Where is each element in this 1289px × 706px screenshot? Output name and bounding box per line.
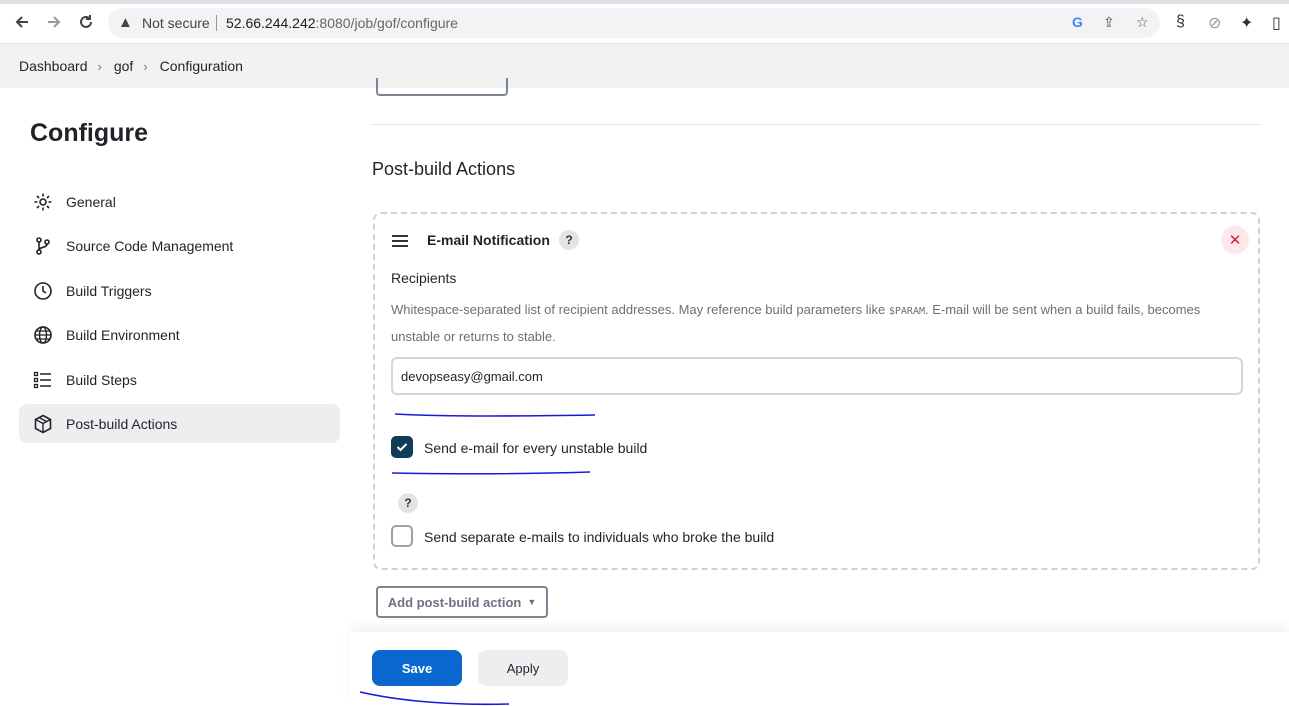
close-icon[interactable]: ✕ [1221,226,1249,254]
help-icon[interactable]: ? [398,493,418,513]
sidebar-item-build-environment[interactable]: Build Environment [19,315,340,354]
add-action-label: Add post-build action [387,594,522,610]
tab-strip [0,0,1289,4]
apply-button[interactable]: Apply [478,650,568,686]
previous-section-button[interactable] [376,78,508,96]
url-text[interactable]: 52.66.244.242:8080/job/gof/configure [226,15,458,31]
panel-title: E-mail Notification [427,232,550,248]
recipients-label: Recipients [391,270,457,286]
sidebar-item-label: Build Triggers [66,282,152,299]
browser-toolbar: ▲ Not secure 52.66.244.242:8080/job/gof/… [0,0,1289,44]
security-label[interactable]: Not secure [142,15,210,31]
caret-down-icon: ▼ [527,597,537,607]
breadcrumb-configuration[interactable]: Configuration [160,58,243,74]
sidebar-item-label: General [66,193,116,210]
section-divider [372,124,1260,125]
separate-emails-label[interactable]: Send separate e-mails to individuals who… [424,529,774,545]
sidebar-item-label: Post-build Actions [66,415,178,432]
recipients-description: Whitespace-separated list of recipient a… [391,297,1231,349]
add-post-build-action-button[interactable]: Add post-build action ▼ [376,586,548,618]
sidepanel-icon[interactable]: ▯ [1272,13,1281,33]
address-bar[interactable]: ▲ Not secure 52.66.244.242:8080/job/gof/… [108,8,1160,38]
globe-icon [32,324,54,346]
checkmark-icon [396,443,408,452]
chevron-right-icon: › [143,58,148,74]
breadcrumb: Dashboard › gof › Configuration [0,44,1289,88]
vpn-icon[interactable]: ⊘ [1208,13,1221,33]
unstable-build-checkbox[interactable] [391,436,413,458]
url-host: 52.66.244.242 [226,15,316,31]
sidebar-item-label: Build Steps [66,371,137,388]
description-text: Whitespace-separated list of recipient a… [391,302,889,317]
clock-icon [32,280,54,302]
help-icon[interactable]: ? [559,230,579,250]
email-notification-panel: E-mail Notification ? ✕ Recipients White… [373,212,1260,570]
google-icon[interactable]: G [1072,14,1083,30]
list-icon [32,369,54,391]
star-icon[interactable]: ☆ [1136,14,1149,31]
separate-emails-checkbox[interactable] [391,525,413,547]
drag-handle-icon[interactable] [392,235,408,247]
breadcrumb-job[interactable]: gof [114,58,133,74]
breadcrumb-dashboard[interactable]: Dashboard [19,58,88,74]
forward-icon[interactable] [44,12,64,32]
warning-icon[interactable]: ▲ [118,14,133,31]
recipients-input[interactable] [391,357,1243,395]
share-icon[interactable]: ⇪ [1103,14,1115,31]
sidebar-item-label: Source Code Management [66,237,234,254]
sidebar-item-general[interactable]: General [19,182,340,221]
address-separator [216,15,217,31]
url-path: :8080/job/gof/configure [315,15,458,31]
unstable-build-label[interactable]: Send e-mail for every unstable build [424,440,647,456]
section-title: Post-build Actions [372,159,516,179]
gear-icon [32,191,54,213]
puzzle-icon[interactable]: ✦ [1240,13,1253,33]
page-title: Configure [30,119,149,147]
sidebar-item-build-triggers[interactable]: Build Triggers [19,271,340,310]
save-button[interactable]: Save [372,650,462,686]
description-code: $PARAM [888,306,925,317]
sidebar-item-label: Build Environment [66,326,180,343]
extension-icon[interactable]: § [1176,13,1185,31]
reload-icon[interactable] [76,12,96,32]
sidebar-item-post-build-actions[interactable]: Post-build Actions [19,404,340,443]
chevron-right-icon: › [97,58,102,74]
branch-icon [32,235,54,257]
back-icon[interactable] [12,12,32,32]
sidebar-item-source-code-management[interactable]: Source Code Management [19,226,340,265]
package-icon [32,413,54,435]
sidebar-item-build-steps[interactable]: Build Steps [19,360,340,399]
